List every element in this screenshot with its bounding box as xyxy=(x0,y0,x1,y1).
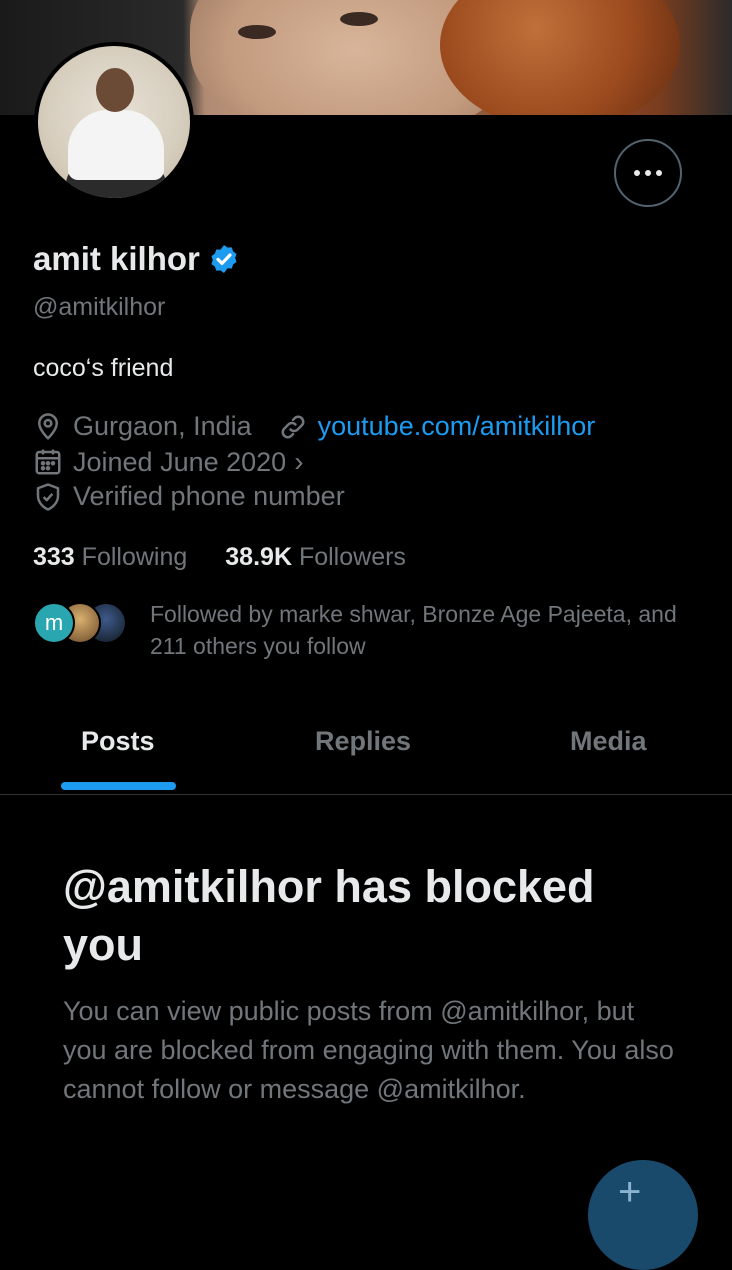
more-options-button[interactable] xyxy=(614,139,682,207)
profile-avatar[interactable] xyxy=(34,42,194,202)
followers-label: Followers xyxy=(298,543,406,571)
tab-posts[interactable]: Posts xyxy=(81,726,155,757)
following-count: 333 xyxy=(33,543,75,571)
followed-by-avatars: m xyxy=(33,602,129,644)
profile-stats: 333 Following 38.9K Followers xyxy=(33,543,406,572)
profile-meta-location-website: Gurgaon, India youtube.com/amitkilhor xyxy=(33,411,595,442)
banner-plush-toy-image xyxy=(440,0,680,115)
followers-stat[interactable]: 38.9K Followers xyxy=(225,543,406,572)
blocked-title: @amitkilhor has blocked you xyxy=(63,861,595,970)
profile-bio: coco‘s friend xyxy=(33,354,174,382)
followers-count: 38.9K xyxy=(225,543,292,571)
profile-meta-verified-phone: Verified phone number xyxy=(33,481,345,512)
chevron-right-icon: › xyxy=(294,446,304,477)
following-label: Following xyxy=(81,543,188,571)
profile-location: Gurgaon, India xyxy=(73,411,252,441)
active-tab-indicator xyxy=(61,782,176,790)
link-icon xyxy=(281,415,305,438)
tab-replies[interactable]: Replies xyxy=(315,726,411,757)
compose-plus-icon: + xyxy=(618,1170,642,1214)
avatar: m xyxy=(33,602,75,644)
profile-verified-phone: Verified phone number xyxy=(73,481,345,511)
compose-post-button[interactable]: + xyxy=(588,1160,698,1270)
tab-media[interactable]: Media xyxy=(570,726,647,757)
following-stat[interactable]: 333 Following xyxy=(33,543,187,572)
blocked-description: You can view public posts from @amitkilh… xyxy=(63,996,674,1104)
profile-handle: @amitkilhor xyxy=(33,293,166,321)
profile-joined-date: Joined June 2020 xyxy=(73,446,287,477)
profile-name-row: amit kilhor xyxy=(33,240,240,278)
profile-name: amit kilhor xyxy=(33,240,200,277)
followed-by-text: Followed by marke shwar, Bronze Age Paje… xyxy=(150,601,677,659)
profile-website-link[interactable]: youtube.com/amitkilhor xyxy=(318,411,596,442)
location-pin-icon xyxy=(37,412,59,440)
calendar-icon xyxy=(35,449,61,475)
profile-tabs: Posts Replies Media xyxy=(0,700,732,795)
more-dots-icon xyxy=(634,170,662,176)
followed-by-section[interactable]: m Followed by marke shwar, Bronze Age Pa… xyxy=(33,598,693,662)
shield-check-icon xyxy=(36,482,60,511)
verified-badge-icon[interactable] xyxy=(208,243,240,275)
profile-meta-joined[interactable]: Joined June 2020 › xyxy=(33,446,304,478)
